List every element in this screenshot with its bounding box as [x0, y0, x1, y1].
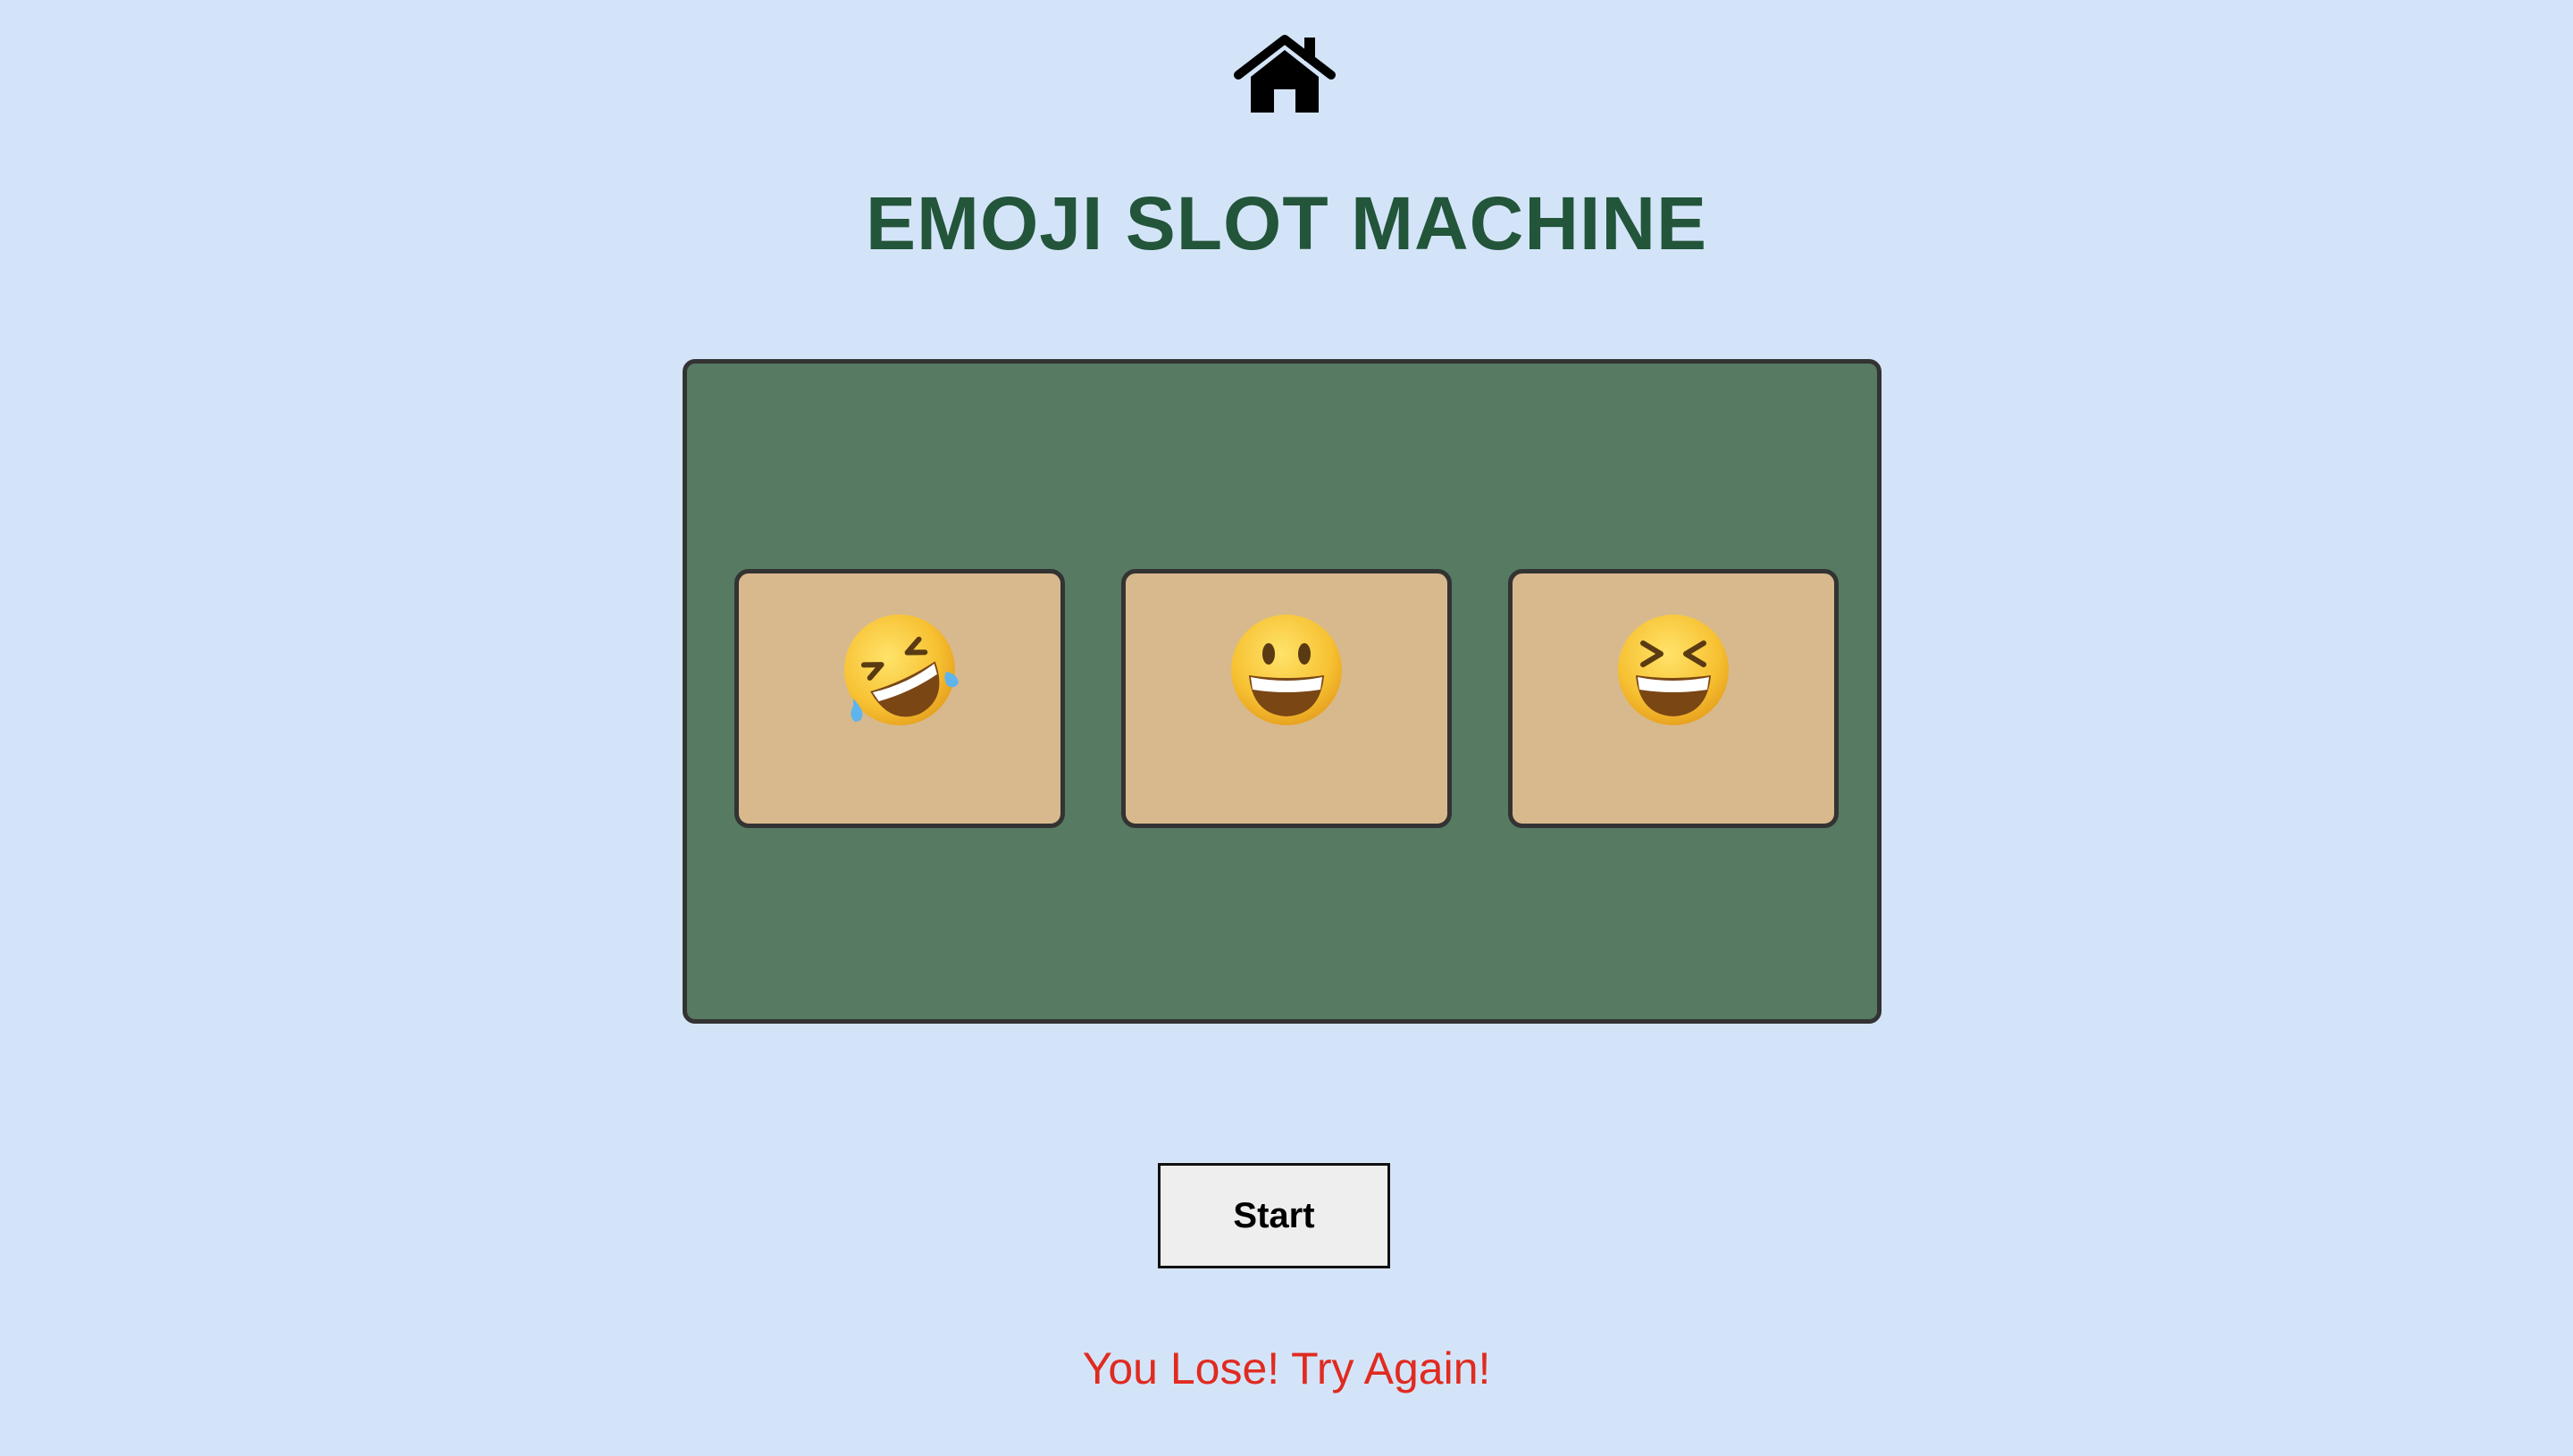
- slot-machine: [683, 359, 1882, 1024]
- rolling-on-floor-laughing-icon: [839, 609, 960, 731]
- start-button[interactable]: Start: [1158, 1163, 1390, 1268]
- page: EMOJI SLOT MACHINE Start You Lose! Try A…: [0, 0, 2573, 1456]
- grinning-face-icon: [1226, 609, 1347, 731]
- result-message: You Lose! Try Again!: [1082, 1343, 1491, 1393]
- reel-2: [1121, 569, 1452, 828]
- reel-1: [734, 569, 1065, 828]
- reel-3: [1508, 569, 1839, 828]
- page-title: EMOJI SLOT MACHINE: [865, 181, 1708, 265]
- home-icon[interactable]: [1233, 30, 1337, 116]
- grinning-squinting-face-icon: [1613, 609, 1734, 731]
- home-icon-graphic: [1234, 35, 1336, 113]
